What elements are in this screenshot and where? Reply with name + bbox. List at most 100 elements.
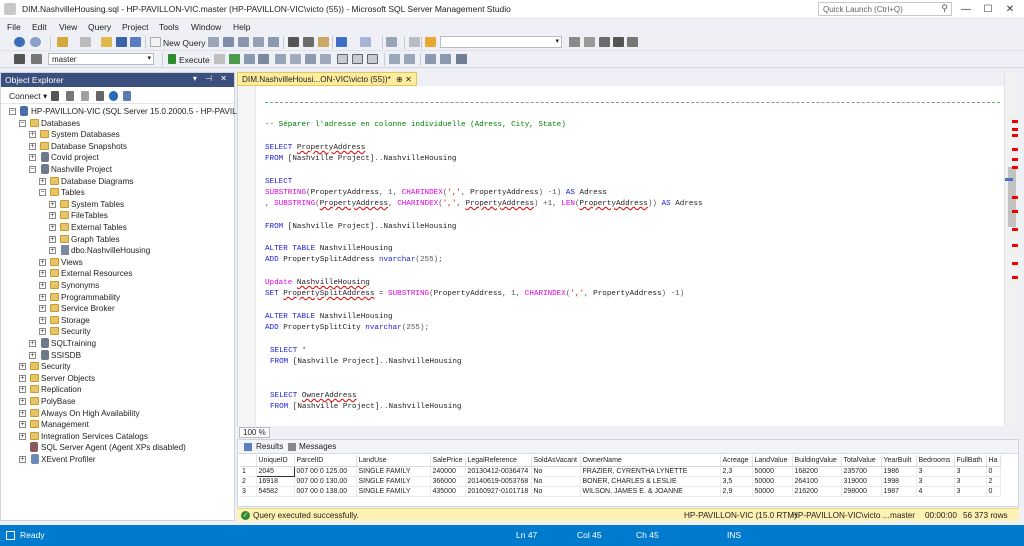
new-file-icon[interactable] bbox=[80, 37, 91, 47]
menu-file[interactable]: File bbox=[7, 22, 21, 32]
paste-icon[interactable] bbox=[318, 37, 329, 47]
database-engine-query-icon[interactable] bbox=[208, 37, 219, 47]
specify-values-icon[interactable] bbox=[456, 54, 467, 64]
refresh-icon[interactable] bbox=[109, 91, 118, 101]
toolbox-icon[interactable] bbox=[584, 37, 595, 47]
live-stats-icon[interactable] bbox=[305, 54, 316, 64]
error-marker[interactable] bbox=[1012, 244, 1018, 247]
analysis-query-icon[interactable] bbox=[223, 37, 234, 47]
dmx-query-icon[interactable] bbox=[253, 37, 264, 47]
open-file-icon[interactable] bbox=[101, 37, 112, 47]
client-stats-icon[interactable] bbox=[320, 54, 331, 64]
disconnect-icon[interactable] bbox=[31, 54, 42, 64]
display-plan-icon[interactable] bbox=[244, 54, 255, 64]
connect-icon[interactable] bbox=[14, 54, 25, 64]
menu-project[interactable]: Project bbox=[122, 22, 148, 32]
redo-icon[interactable] bbox=[360, 37, 371, 47]
menu-edit[interactable]: Edit bbox=[32, 22, 47, 32]
error-marker[interactable] bbox=[1012, 128, 1018, 131]
new-project-icon[interactable] bbox=[57, 37, 68, 47]
decrease-indent-icon[interactable] bbox=[425, 54, 436, 64]
uncomment-lines-icon[interactable] bbox=[404, 54, 415, 64]
error-marker[interactable] bbox=[1012, 196, 1018, 199]
back-icon[interactable] bbox=[14, 37, 25, 47]
undo-icon[interactable] bbox=[336, 37, 347, 47]
menu-query[interactable]: Query bbox=[88, 22, 111, 32]
menu-window[interactable]: Window bbox=[191, 22, 221, 32]
properties-icon[interactable] bbox=[569, 37, 580, 47]
find-combo[interactable]: ▾ bbox=[440, 36, 562, 48]
editor-scrollbar[interactable] bbox=[1004, 72, 1018, 426]
folder-icon bbox=[30, 373, 39, 382]
panel-pin-controls[interactable]: ▾ ⊣ ✕ bbox=[193, 74, 230, 83]
tree-node-label: Database Diagrams bbox=[61, 176, 134, 186]
tab-pin-close-controls[interactable]: ⊕ ✕ bbox=[396, 74, 412, 84]
code-token: PropertyAddress bbox=[465, 200, 534, 208]
tab-messages[interactable]: Messages bbox=[299, 442, 336, 451]
template-explorer-icon[interactable] bbox=[613, 37, 624, 47]
include-plan-icon[interactable] bbox=[290, 54, 301, 64]
query-editor[interactable]: -- Séparer l'adresse en colonne individu… bbox=[237, 86, 1004, 426]
query-designer-icon[interactable] bbox=[258, 54, 269, 64]
results-grid[interactable]: UniqueID ParcelID LandUse SalePrice Lega… bbox=[240, 455, 1001, 497]
execute-button[interactable]: Execute bbox=[179, 55, 210, 65]
filter-icon[interactable] bbox=[96, 91, 104, 101]
new-query-icon[interactable] bbox=[150, 37, 161, 47]
menu-help[interactable]: Help bbox=[233, 22, 250, 32]
error-marker[interactable] bbox=[1012, 210, 1018, 213]
copy-icon[interactable] bbox=[303, 37, 314, 47]
forward-icon[interactable] bbox=[30, 37, 41, 47]
intellisense-icon[interactable] bbox=[275, 54, 286, 64]
code-token: LEN bbox=[561, 200, 575, 208]
tree-node-label: Databases bbox=[41, 118, 81, 128]
code-token: [Nashville Project] bbox=[287, 155, 375, 163]
error-marker[interactable] bbox=[1012, 148, 1018, 151]
error-marker[interactable] bbox=[1012, 262, 1018, 265]
close-button[interactable]: ✕ bbox=[1000, 2, 1020, 17]
zoom-select[interactable]: 100 % bbox=[239, 427, 270, 438]
cut-icon[interactable] bbox=[288, 37, 299, 47]
results-to-text-icon[interactable] bbox=[337, 54, 348, 64]
mdx-query-icon[interactable] bbox=[238, 37, 249, 47]
customize-icon[interactable] bbox=[627, 37, 638, 47]
comment-lines-icon[interactable] bbox=[389, 54, 400, 64]
solution-config-icon[interactable] bbox=[386, 37, 397, 47]
code-token: , bbox=[265, 200, 275, 208]
tab-results[interactable]: Results bbox=[256, 442, 283, 451]
maximize-button[interactable]: ☐ bbox=[978, 2, 998, 17]
xmla-query-icon[interactable] bbox=[268, 37, 279, 47]
menu-tools[interactable]: Tools bbox=[159, 22, 179, 32]
tools-icon[interactable] bbox=[599, 37, 610, 47]
error-marker[interactable] bbox=[1012, 158, 1018, 161]
menu-view[interactable]: View bbox=[59, 22, 77, 32]
tree-node-label: Views bbox=[61, 257, 83, 267]
available-databases-select[interactable]: master ▾ bbox=[48, 53, 154, 65]
parse-checkmark-icon[interactable] bbox=[229, 54, 240, 64]
activity-monitor-icon[interactable] bbox=[123, 91, 131, 101]
cancel-execution-icon[interactable] bbox=[214, 54, 225, 64]
save-icon[interactable] bbox=[116, 37, 127, 47]
error-marker[interactable] bbox=[1012, 228, 1018, 231]
error-marker[interactable] bbox=[1012, 166, 1018, 169]
error-marker[interactable] bbox=[1012, 120, 1018, 123]
minimize-button[interactable]: — bbox=[956, 2, 976, 17]
error-marker[interactable] bbox=[1012, 134, 1018, 137]
execute-icon[interactable] bbox=[168, 54, 176, 64]
find-icon[interactable] bbox=[425, 37, 436, 47]
save-all-icon[interactable] bbox=[130, 37, 141, 47]
connect-icon[interactable] bbox=[51, 91, 59, 101]
disconnect-icon[interactable] bbox=[66, 91, 74, 101]
increase-indent-icon[interactable] bbox=[440, 54, 451, 64]
new-query-button[interactable]: New Query bbox=[163, 38, 206, 48]
results-to-file-icon[interactable] bbox=[367, 54, 378, 64]
stop-icon[interactable] bbox=[81, 91, 89, 101]
results-to-grid-icon[interactable] bbox=[352, 54, 363, 64]
error-marker[interactable] bbox=[1012, 276, 1018, 279]
connect-dropdown[interactable]: Connect ▾ bbox=[9, 91, 47, 102]
table-cell: 1998 bbox=[881, 476, 917, 487]
expander-icon: + bbox=[39, 258, 46, 266]
quick-launch-input[interactable]: Quick Launch (Ctrl+Q) ⚲ bbox=[818, 2, 952, 16]
editor-tab[interactable]: DIM.NashvilleHousi...ON-VIC\victo (55))*… bbox=[237, 72, 417, 86]
solution-platform-icon[interactable] bbox=[409, 37, 420, 47]
expander-icon: + bbox=[19, 409, 26, 417]
